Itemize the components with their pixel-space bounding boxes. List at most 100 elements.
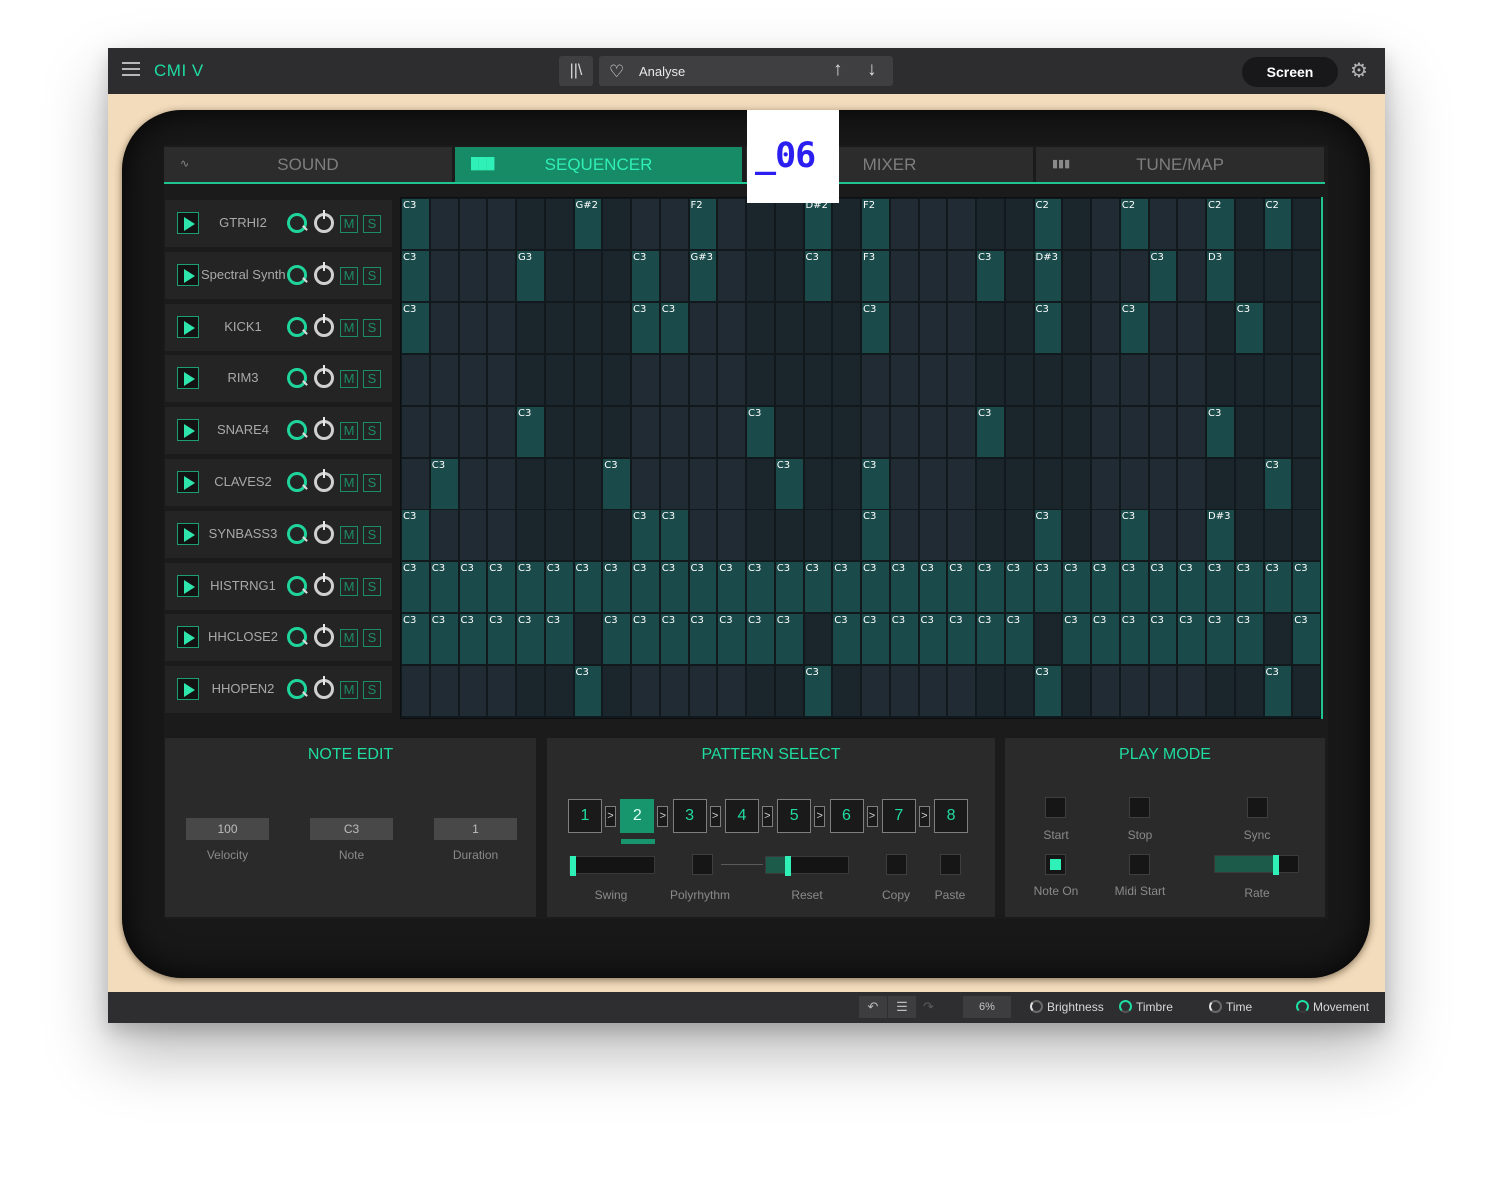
step-cell[interactable]: C3 xyxy=(1120,614,1148,665)
copy-button[interactable] xyxy=(886,854,907,875)
swing-thumb[interactable] xyxy=(570,856,576,876)
step-cell[interactable] xyxy=(1005,666,1033,717)
list-icon[interactable]: ☰ xyxy=(888,996,916,1018)
step-cell[interactable]: C3 xyxy=(1235,302,1263,353)
note-field[interactable]: C3 xyxy=(310,818,393,840)
step-cell[interactable] xyxy=(1293,406,1320,457)
step-cell[interactable]: C3 xyxy=(862,614,889,665)
step-cell[interactable] xyxy=(459,458,487,509)
step-cell[interactable] xyxy=(689,354,717,405)
step-cell[interactable] xyxy=(833,510,860,561)
step-cell[interactable] xyxy=(919,458,947,509)
step-cell[interactable]: C3 xyxy=(919,562,947,613)
step-cell[interactable] xyxy=(430,302,458,353)
step-cell[interactable] xyxy=(833,666,860,717)
step-cell[interactable]: C3 xyxy=(689,614,717,665)
step-cell[interactable]: C3 xyxy=(1034,510,1062,561)
step-cell[interactable] xyxy=(1235,458,1263,509)
heart-icon[interactable]: ♡ xyxy=(609,62,624,82)
step-cell[interactable]: C3 xyxy=(1207,562,1234,613)
step-cell[interactable]: C3 xyxy=(977,406,1004,457)
step-cell[interactable] xyxy=(1005,458,1033,509)
step-cell[interactable] xyxy=(545,510,573,561)
step-cell[interactable] xyxy=(517,302,544,353)
step-cell[interactable]: C3 xyxy=(603,458,630,509)
step-cell[interactable] xyxy=(603,199,630,249)
step-cell[interactable]: C3 xyxy=(804,666,832,717)
step-cell[interactable]: C3 xyxy=(1005,562,1033,613)
step-cell[interactable] xyxy=(862,406,889,457)
step-cell[interactable]: F2 xyxy=(689,199,717,249)
step-cell[interactable] xyxy=(747,250,774,301)
step-cell[interactable] xyxy=(517,510,544,561)
pattern-chain-arrow[interactable]: > xyxy=(918,806,930,827)
step-cell[interactable]: C3 xyxy=(660,302,688,353)
step-cell[interactable] xyxy=(804,614,832,665)
step-cell[interactable] xyxy=(1207,302,1234,353)
step-cell[interactable] xyxy=(1264,250,1292,301)
step-cell[interactable] xyxy=(862,354,889,405)
step-cell[interactable]: G#3 xyxy=(689,250,717,301)
step-cell[interactable] xyxy=(718,458,745,509)
step-cell[interactable]: C3 xyxy=(632,302,659,353)
step-cell[interactable]: C3 xyxy=(1207,614,1234,665)
track-name[interactable]: HHCLOSE2 xyxy=(201,629,285,644)
step-cell[interactable] xyxy=(833,302,860,353)
step-cell[interactable] xyxy=(775,302,803,353)
step-cell[interactable] xyxy=(1092,406,1119,457)
step-cell[interactable] xyxy=(1235,354,1263,405)
step-cell[interactable] xyxy=(775,666,803,717)
swing-slider[interactable] xyxy=(569,856,655,876)
step-cell[interactable] xyxy=(890,199,918,249)
mute-button[interactable]: M xyxy=(340,422,358,441)
step-cell[interactable] xyxy=(1207,354,1234,405)
step-cell[interactable]: C2 xyxy=(1207,199,1234,249)
step-cell[interactable] xyxy=(1005,406,1033,457)
volume-knob[interactable] xyxy=(287,368,307,389)
step-cell[interactable] xyxy=(919,302,947,353)
step-cell[interactable]: C3 xyxy=(833,614,860,665)
step-cell[interactable]: C3 xyxy=(1120,510,1148,561)
reset-thumb[interactable] xyxy=(785,856,791,876)
step-cell[interactable] xyxy=(574,458,602,509)
step-cell[interactable] xyxy=(1120,458,1148,509)
step-cell[interactable] xyxy=(1178,354,1205,405)
pan-knob[interactable] xyxy=(314,572,334,596)
step-cell[interactable] xyxy=(1092,666,1119,717)
step-cell[interactable] xyxy=(1264,354,1292,405)
step-cell[interactable] xyxy=(660,666,688,717)
step-cell[interactable] xyxy=(1207,458,1234,509)
step-cell[interactable] xyxy=(1034,614,1062,665)
step-cell[interactable] xyxy=(1063,406,1090,457)
step-cell[interactable]: C3 xyxy=(402,614,429,665)
pattern-chain-arrow[interactable]: > xyxy=(657,806,669,827)
step-cell[interactable] xyxy=(919,354,947,405)
step-cell[interactable] xyxy=(1120,354,1148,405)
step-cell[interactable]: C3 xyxy=(1034,666,1062,717)
step-cell[interactable] xyxy=(718,250,745,301)
track-name[interactable]: RIM3 xyxy=(201,370,285,385)
step-cell[interactable] xyxy=(545,199,573,249)
step-cell[interactable]: C3 xyxy=(574,562,602,613)
step-cell[interactable]: C3 xyxy=(1293,614,1320,665)
step-cell[interactable]: D#3 xyxy=(1207,510,1234,561)
step-cell[interactable]: C3 xyxy=(1264,458,1292,509)
step-cell[interactable] xyxy=(632,354,659,405)
step-cell[interactable]: C3 xyxy=(1235,614,1263,665)
velocity-field[interactable]: 100 xyxy=(186,818,269,840)
step-cell[interactable]: C3 xyxy=(747,406,774,457)
step-cell[interactable] xyxy=(948,199,975,249)
step-cell[interactable]: C3 xyxy=(1178,562,1205,613)
preset-name[interactable]: Analyse xyxy=(639,64,685,79)
volume-knob[interactable] xyxy=(287,523,307,544)
volume-knob[interactable] xyxy=(287,213,307,233)
step-cell[interactable]: C3 xyxy=(718,562,745,613)
step-cell[interactable] xyxy=(632,666,659,717)
tab-sequencer[interactable]: ███ SEQUENCER xyxy=(455,147,742,182)
step-cell[interactable]: F3 xyxy=(862,250,889,301)
step-cell[interactable]: C3 xyxy=(718,614,745,665)
step-cell[interactable] xyxy=(632,458,659,509)
step-cell[interactable] xyxy=(890,458,918,509)
step-cell[interactable]: C3 xyxy=(1207,406,1234,457)
step-cell[interactable]: C3 xyxy=(402,302,429,353)
